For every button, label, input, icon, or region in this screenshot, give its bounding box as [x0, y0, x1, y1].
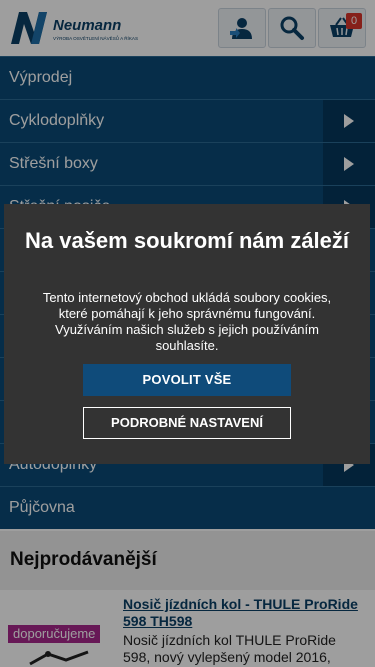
allow-all-button[interactable]: POVOLIT VŠE [83, 364, 291, 396]
cookie-consent-dialog: Na vašem soukromí nám záleží Tento inter… [4, 204, 370, 464]
cookie-title: Na vašem soukromí nám záleží [24, 228, 350, 253]
cookie-text: Tento internetový obchod ukládá soubory … [42, 290, 332, 353]
detailed-settings-button[interactable]: PODROBNÉ NASTAVENÍ [83, 407, 291, 439]
